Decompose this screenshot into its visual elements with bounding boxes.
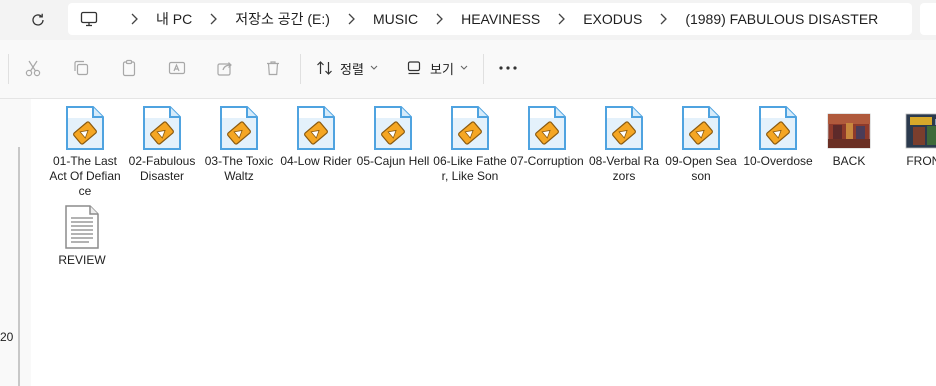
chevron-down-icon — [460, 65, 468, 71]
chevron-right-icon — [658, 13, 668, 25]
audio-file-icon — [220, 106, 258, 150]
clipboard-icon — [122, 59, 136, 77]
audio-file-icon — [451, 106, 489, 150]
chevron-right-icon — [208, 13, 218, 25]
navigation-pane[interactable]: 20 — [0, 99, 31, 386]
cut-button[interactable] — [22, 57, 44, 79]
chevron-right-icon — [346, 13, 356, 25]
audio-file-icon — [605, 106, 643, 150]
audio-file-icon — [682, 106, 720, 150]
file-name: 08-Verbal Razors — [588, 154, 660, 183]
copy-icon — [74, 60, 89, 76]
copy-button[interactable] — [70, 57, 92, 79]
sort-icon — [317, 61, 332, 75]
share-button[interactable] — [214, 57, 236, 79]
nav-pane-border — [18, 147, 20, 386]
sort-label: 정렬 — [340, 61, 364, 77]
command-bar: 정렬 보기 — [0, 40, 936, 99]
audio-file-icon — [66, 106, 104, 150]
file-name: 09-Open Season — [665, 154, 737, 183]
file-name: 07-Corruption — [510, 154, 584, 168]
image-thumbnail-icon — [905, 111, 936, 151]
file-item[interactable]: 10-Overdose — [741, 99, 815, 194]
trash-icon — [267, 61, 279, 76]
file-name: REVIEW — [58, 253, 106, 267]
breadcrumb-this-pc[interactable]: 내 PC — [156, 9, 192, 29]
search-box[interactable] — [920, 3, 936, 35]
audio-file-icon — [297, 106, 335, 150]
file-item[interactable]: 03-The Toxic Waltz — [202, 99, 276, 194]
file-item[interactable]: 08-Verbal Razors — [587, 99, 661, 194]
file-name: FRONT — [906, 154, 936, 168]
file-name: 03-The Toxic Waltz — [204, 154, 274, 183]
sort-button[interactable]: 정렬 — [316, 55, 378, 81]
file-item[interactable]: 09-Open Season — [664, 99, 738, 194]
more-icon — [499, 66, 517, 70]
rename-button[interactable] — [166, 57, 188, 79]
view-icon — [407, 61, 421, 75]
file-name: BACK — [832, 154, 866, 168]
refresh-icon — [32, 13, 44, 26]
image-thumbnail-icon — [827, 111, 871, 151]
chevron-right-icon — [434, 13, 444, 25]
file-item[interactable]: 07-Corruption — [510, 99, 584, 194]
audio-file-icon — [759, 106, 797, 150]
paste-button[interactable] — [118, 57, 140, 79]
file-item[interactable]: REVIEW — [45, 198, 119, 293]
audio-file-icon — [143, 106, 181, 150]
address-bar[interactable]: 내 PC 저장소 공간 (E:) MUSIC HEAVINESS EXODUS … — [68, 3, 912, 35]
breadcrumb-heaviness[interactable]: HEAVINESS — [461, 11, 540, 27]
file-name: 10-Overdose — [743, 154, 813, 168]
address-row: 내 PC 저장소 공간 (E:) MUSIC HEAVINESS EXODUS … — [0, 0, 936, 40]
delete-button[interactable] — [262, 57, 284, 79]
text-file-icon — [65, 205, 99, 249]
rename-icon — [168, 61, 186, 75]
scissors-icon — [25, 60, 41, 77]
chevron-right-icon — [129, 13, 139, 25]
file-view[interactable]: 01-The Last Act Of Defiance 02-Fabulous … — [31, 99, 936, 386]
breadcrumb-drive[interactable]: 저장소 공간 (E:) — [235, 9, 330, 29]
file-name: 02-Fabulous Disaster — [128, 154, 196, 183]
chevron-right-icon — [556, 13, 566, 25]
audio-file-icon — [528, 106, 566, 150]
nav-partial-text: 20 — [0, 330, 14, 344]
file-name: 01-The Last Act Of Defiance — [49, 154, 121, 198]
breadcrumb-exodus[interactable]: EXODUS — [583, 11, 642, 27]
file-item[interactable]: 06-Like Father, Like Son — [433, 99, 507, 194]
file-name: 04-Low Rider — [280, 154, 352, 168]
file-item[interactable]: 02-Fabulous Disaster — [125, 99, 199, 194]
file-name: 06-Like Father, Like Son — [433, 154, 507, 183]
toolbar-divider — [483, 54, 484, 84]
file-name: 05-Cajun Hell — [356, 154, 430, 168]
refresh-button[interactable] — [26, 8, 50, 32]
view-label: 보기 — [430, 61, 454, 77]
file-item[interactable]: 05-Cajun Hell — [356, 99, 430, 194]
file-item[interactable]: BACK — [812, 99, 886, 194]
toolbar-divider — [300, 54, 301, 84]
share-icon — [217, 62, 232, 76]
view-button[interactable]: 보기 — [406, 55, 468, 81]
file-item[interactable]: FRONT — [890, 99, 936, 194]
file-item[interactable]: 04-Low Rider — [279, 99, 353, 194]
breadcrumb-album[interactable]: (1989) FABULOUS DISASTER — [685, 11, 878, 27]
toolbar-divider — [8, 54, 9, 84]
breadcrumb-music[interactable]: MUSIC — [373, 11, 418, 27]
file-item[interactable]: 01-The Last Act Of Defiance — [48, 99, 122, 198]
more-options-button[interactable] — [496, 56, 520, 80]
computer-icon — [80, 10, 98, 28]
audio-file-icon — [374, 106, 412, 150]
chevron-down-icon — [370, 65, 378, 71]
